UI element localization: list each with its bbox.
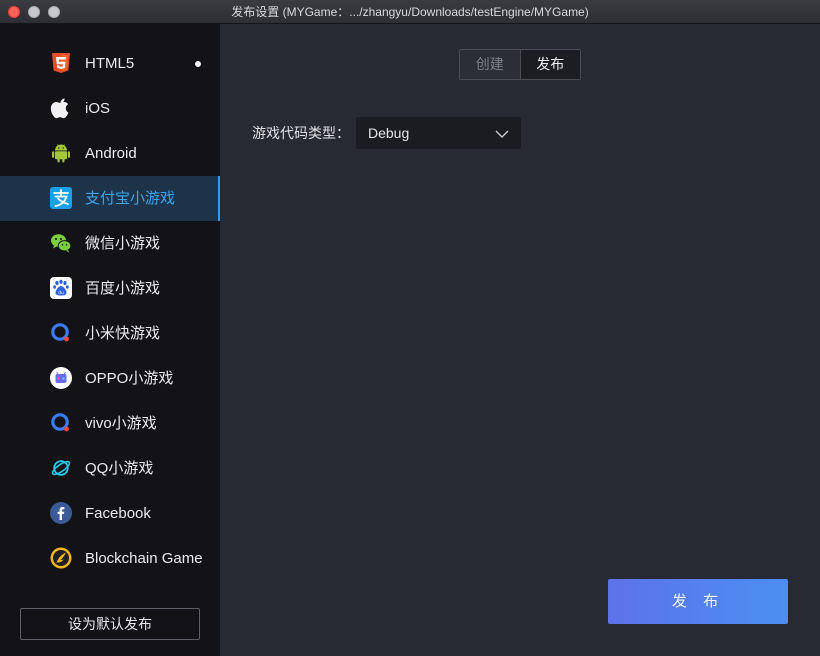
- sidebar-item-label: QQ小游戏: [85, 460, 154, 477]
- sidebar-item-label: 百度小游戏: [85, 280, 161, 297]
- baidu-icon: du: [50, 277, 72, 299]
- oppo-icon: [50, 367, 72, 389]
- title-bar: 发布设置 (MYGame：.../zhangyu/Downloads/testE…: [0, 0, 820, 24]
- sidebar-item-facebook[interactable]: Facebook: [0, 491, 220, 536]
- sidebar-item-alipay[interactable]: 支付宝小游戏: [0, 176, 220, 221]
- xiaomi-quickgame-icon: [50, 322, 72, 344]
- sidebar-item-xiaomi[interactable]: 小米快游戏: [0, 311, 220, 356]
- publish-panel: 创建 发布 游戏代码类型： Debug 发 布: [220, 24, 820, 656]
- mode-tabs: 创建 发布: [459, 49, 581, 80]
- sidebar-item-oppo[interactable]: OPPO小游戏: [0, 356, 220, 401]
- tab-publish[interactable]: 发布: [520, 50, 580, 79]
- default-platform-dot: [195, 61, 201, 67]
- alipay-icon: [50, 187, 72, 209]
- svg-text:du: du: [58, 290, 64, 296]
- publish-settings-window: 发布设置 (MYGame：.../zhangyu/Downloads/testE…: [0, 0, 820, 656]
- sidebar-item-label: HTML5: [85, 55, 135, 72]
- sidebar-item-label: 小米快游戏: [85, 325, 161, 342]
- sidebar-item-label: iOS: [85, 100, 111, 117]
- tab-create[interactable]: 创建: [460, 50, 521, 79]
- code-type-select[interactable]: Debug: [356, 117, 521, 149]
- blockchain-icon: [50, 547, 72, 569]
- sidebar-item-vivo[interactable]: vivo小游戏: [0, 401, 220, 446]
- sidebar-item-label: Facebook: [85, 505, 151, 522]
- code-type-value: Debug: [368, 125, 410, 141]
- set-default-publish-button[interactable]: 设为默认发布: [20, 608, 200, 640]
- sidebar-item-label: OPPO小游戏: [85, 370, 174, 387]
- sidebar-item-baidu[interactable]: du 百度小游戏: [0, 266, 220, 311]
- platform-sidebar: HTML5 iOS Android 支付宝小游戏 微信小游戏 du 百度小游戏 …: [0, 24, 220, 656]
- vivo-icon: [50, 412, 72, 434]
- code-type-label: 游戏代码类型：: [252, 125, 350, 141]
- facebook-icon: [50, 502, 72, 524]
- sidebar-item-label: Android: [85, 145, 137, 162]
- apple-icon: [50, 97, 72, 119]
- window-title: 发布设置 (MYGame：.../zhangyu/Downloads/testE…: [231, 5, 589, 19]
- chevron-down-icon: [495, 127, 509, 139]
- qq-icon: [50, 457, 72, 479]
- html5-icon: [50, 52, 72, 74]
- sidebar-item-qq[interactable]: QQ小游戏: [0, 446, 220, 491]
- sidebar-item-html5[interactable]: HTML5: [0, 41, 220, 86]
- sidebar-item-wechat[interactable]: 微信小游戏: [0, 221, 220, 266]
- android-icon: [50, 142, 72, 164]
- sidebar-item-android[interactable]: Android: [0, 131, 220, 176]
- sidebar-item-blockchain[interactable]: Blockchain Game: [0, 536, 220, 581]
- publish-button[interactable]: 发 布: [608, 579, 788, 624]
- sidebar-item-label: Blockchain Game: [85, 550, 203, 567]
- sidebar-item-label: 微信小游戏: [85, 235, 161, 252]
- sidebar-item-ios[interactable]: iOS: [0, 86, 220, 131]
- sidebar-item-label: 支付宝小游戏: [85, 190, 176, 207]
- sidebar-item-label: vivo小游戏: [85, 415, 157, 432]
- wechat-icon: [50, 232, 72, 254]
